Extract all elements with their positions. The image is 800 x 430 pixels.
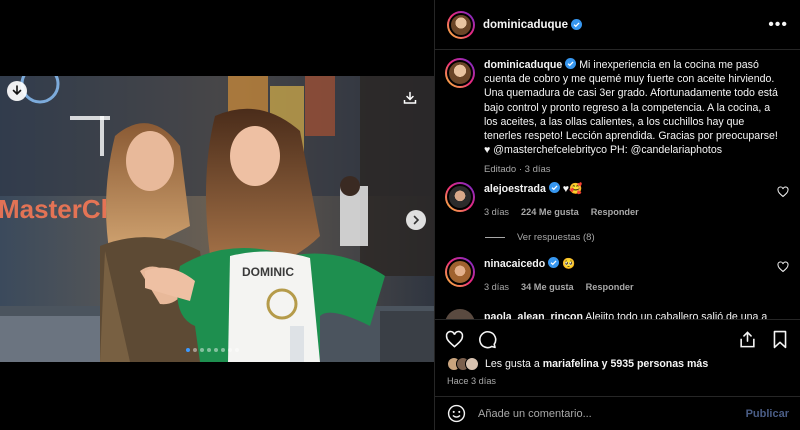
verified-icon — [548, 257, 560, 268]
comment-item: paola_alean_rincon Alejito todo un cabal… — [435, 309, 800, 319]
neon-sign: MasterCh — [0, 194, 116, 224]
chevron-right-icon — [413, 215, 420, 225]
avatar[interactable] — [445, 309, 475, 319]
likes-summary[interactable]: Les gusta a mariafelina y 5935 personas … — [435, 349, 800, 371]
likes-prefix: Les gusta a — [485, 358, 543, 370]
comment-likes[interactable]: 224 Me gusta — [521, 205, 579, 219]
heart-icon[interactable] — [777, 186, 789, 198]
comment-likes[interactable]: 34 Me gusta — [521, 280, 574, 294]
share-icon[interactable] — [738, 330, 757, 349]
carousel-dot — [207, 348, 211, 352]
verified-icon — [570, 19, 582, 30]
comments-list[interactable]: dominicaduque Mi inexperiencia en la coc… — [435, 51, 800, 319]
heart-icon[interactable] — [445, 330, 464, 349]
comment-input[interactable] — [478, 407, 746, 420]
carousel-dot — [200, 348, 204, 352]
comment-item: ninacaicedo 🥺 3 días 34 Me gusta Respond… — [435, 257, 800, 294]
comment-age: 3 días — [484, 207, 510, 217]
reply-button[interactable]: Responder — [591, 205, 639, 219]
avatar[interactable] — [447, 10, 475, 39]
likes-suffix[interactable]: y 5935 personas más — [599, 358, 709, 370]
post-timestamp: Hace 3 días — [447, 376, 497, 386]
comment-age: 3 días — [484, 282, 510, 292]
carousel-dot — [186, 348, 190, 352]
download-icon — [12, 85, 22, 96]
caption-username[interactable]: dominicaduque — [484, 59, 562, 71]
carousel-dot — [235, 348, 239, 352]
more-options-button[interactable]: ••• — [768, 15, 788, 33]
save-photo-icon — [403, 91, 417, 104]
comment-text: 🥺 — [562, 258, 576, 270]
add-comment-bar: Publicar — [435, 396, 800, 430]
caption-mentions[interactable]: @masterchefcelebrityco PH: @candelariaph… — [493, 144, 722, 156]
carousel-dot — [214, 348, 218, 352]
comment-username[interactable]: paola_alean_rincon — [484, 311, 583, 319]
verified-icon — [548, 182, 560, 193]
carousel-dot — [221, 348, 225, 352]
comment-icon[interactable] — [478, 330, 497, 349]
comment-text: Alejito todo un caballero salió de una a — [585, 311, 768, 319]
verified-icon — [565, 58, 577, 69]
comment-text: ♥🥰 — [562, 183, 583, 195]
reply-button[interactable]: Responder — [586, 280, 634, 294]
post-caption: dominicaduque Mi inexperiencia en la coc… — [435, 51, 800, 178]
carousel-indicator — [186, 348, 239, 352]
more-icon: ••• — [768, 15, 788, 33]
avatar[interactable] — [445, 58, 475, 88]
post-header: dominicaduque ••• — [435, 0, 800, 50]
avatar[interactable] — [445, 257, 475, 287]
download-button[interactable] — [7, 81, 27, 101]
caption-text: Mi inexperiencia en la cocina me pasó cu… — [484, 59, 778, 157]
post-actions-section: Les gusta a mariafelina y 5935 personas … — [435, 319, 800, 395]
comment-username[interactable]: alejoestrada — [484, 183, 546, 195]
comment-username[interactable]: ninacaicedo — [484, 258, 545, 270]
carousel-next-button[interactable] — [406, 210, 426, 230]
likes-user[interactable]: mariafelina — [543, 358, 599, 370]
view-replies-button[interactable]: Ver respuestas (8) — [485, 232, 595, 243]
media-viewer: MasterCh DOMINIC — [0, 0, 434, 430]
post-details-panel: dominicaduque ••• dominicaduque Mi inexp… — [434, 0, 800, 430]
post-author-username[interactable]: dominicaduque — [483, 19, 568, 31]
save-photo-button[interactable] — [399, 88, 421, 108]
bookmark-icon[interactable] — [771, 330, 789, 349]
carousel-dot — [228, 348, 232, 352]
post-photo[interactable]: MasterCh DOMINIC — [0, 76, 434, 362]
view-replies-label: Ver respuestas (8) — [517, 232, 595, 243]
heart-icon[interactable] — [777, 261, 789, 273]
apron-name: DOMINIC — [242, 265, 294, 279]
caption-meta: Editado · 3 días — [484, 164, 551, 176]
avatar — [465, 357, 479, 371]
avatar[interactable] — [445, 182, 475, 212]
publish-button[interactable]: Publicar — [746, 408, 789, 420]
comment-item: alejoestrada ♥🥰 3 días 224 Me gusta Resp… — [435, 182, 800, 219]
emoji-icon[interactable] — [447, 404, 466, 423]
carousel-dot — [193, 348, 197, 352]
